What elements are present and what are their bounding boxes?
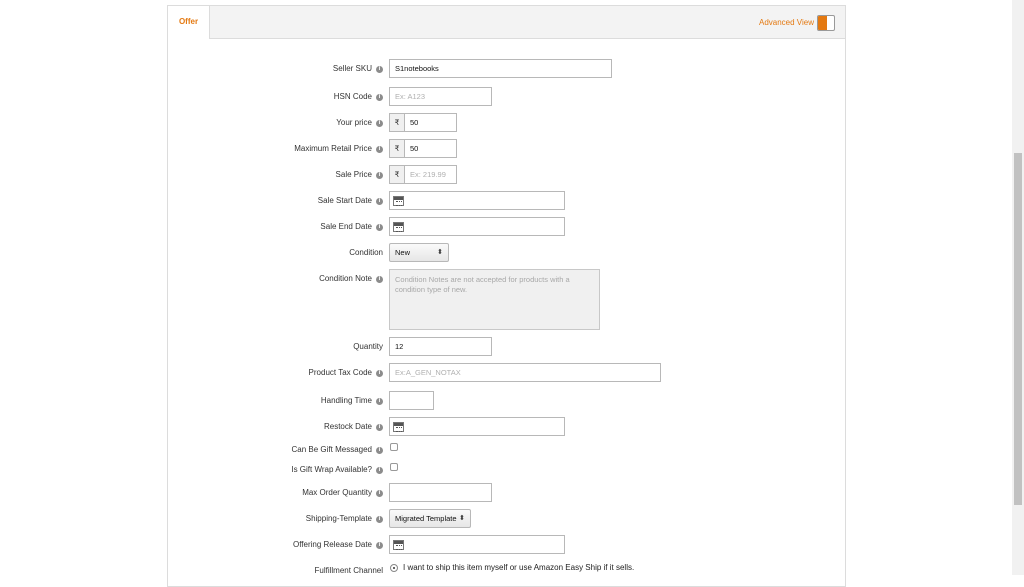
row-sale-end-date: Sale End Date i [168,217,845,237]
row-fulfillment-channel: Fulfillment Channel I want to ship this … [168,562,845,576]
info-icon[interactable]: i [376,171,383,179]
sale-price-input[interactable]: Ex: 219.99 [404,165,457,184]
row-your-price: Your price i ₹50 [168,113,845,133]
info-icon[interactable]: i [376,446,383,454]
mrp-input[interactable]: 50 [404,139,457,158]
row-seller-sku: Seller SKU i S1notebooks [168,59,845,79]
gift-wrap-checkbox[interactable] [390,463,398,471]
row-handling-time: Handling Time i [168,391,845,411]
handling-time-input[interactable] [389,391,434,410]
mrp-label: Maximum Retail Price [294,144,372,153]
row-hsn-code: HSN Code i Ex: A123 [168,87,845,107]
quantity-label: Quantity [353,342,383,351]
row-shipping-template: Shipping-Template i Migrated Template ⬍ [168,509,845,529]
updown-arrow-icon: ⬍ [437,249,443,256]
tab-bar: Offer Advanced View [168,6,845,39]
toggle-icon [818,16,827,30]
your-price-label: Your price [336,118,372,127]
max-order-qty-input[interactable] [389,483,492,502]
calendar-icon[interactable] [393,540,404,550]
info-icon[interactable]: i [376,119,383,127]
offer-panel: Offer Advanced View Seller SKU i S1notebo… [167,5,846,587]
restock-date-label: Restock Date [323,422,372,431]
row-max-order-qty: Max Order Quantity i [168,483,845,503]
gift-message-label: Can Be Gift Messaged [291,445,372,454]
row-gift-message: Can Be Gift Messaged i [168,443,845,457]
info-icon[interactable]: i [376,397,383,405]
condition-note-textarea[interactable]: Condition Notes are not accepted for pro… [389,269,600,330]
condition-value: New [395,248,411,257]
advanced-view-label[interactable]: Advanced View [759,18,814,27]
info-icon[interactable]: i [376,65,383,73]
row-condition: Condition New ⬍ [168,243,845,263]
sale-start-date-input[interactable] [389,191,565,210]
offering-release-date-label: Offering Release Date [292,540,372,549]
info-icon[interactable]: i [376,223,383,231]
your-price-input[interactable]: 50 [404,113,457,132]
info-icon[interactable]: i [376,145,383,153]
fulfillment-channel-label: Fulfillment Channel [314,566,383,575]
gift-message-checkbox[interactable] [390,443,398,451]
fulfillment-option-merchant[interactable]: I want to ship this item myself or use A… [390,563,634,572]
row-condition-note: Condition Note i Condition Notes are not … [168,269,845,333]
info-icon[interactable]: i [376,275,383,283]
scrollbar-thumb[interactable] [1014,153,1022,505]
condition-label: Condition [349,248,383,257]
sale-end-date-input[interactable] [389,217,565,236]
row-gift-wrap: Is Gift Wrap Available? i [168,463,845,477]
restock-date-input[interactable] [389,417,565,436]
radio-icon[interactable] [390,563,398,572]
shipping-template-value: Migrated Template [395,514,457,523]
hsn-code-label: HSN Code [333,92,372,101]
row-restock-date: Restock Date i [168,417,845,437]
rupee-symbol: ₹ [389,165,404,184]
row-sale-start-date: Sale Start Date i [168,191,845,211]
row-sale-price: Sale Price i ₹ Ex: 219.99 [168,165,845,185]
page-scrollbar[interactable] [1012,0,1024,575]
product-tax-code-label: Product Tax Code [308,368,372,377]
rupee-symbol: ₹ [389,113,404,132]
seller-sku-label: Seller SKU [332,64,372,73]
sale-start-date-label: Sale Start Date [317,196,372,205]
shipping-template-select[interactable]: Migrated Template ⬍ [389,509,471,528]
condition-note-label: Condition Note [319,274,372,283]
info-icon[interactable]: i [376,515,383,523]
row-quantity: Quantity 12 [168,337,845,357]
info-icon[interactable]: i [376,93,383,101]
calendar-icon[interactable] [393,196,404,206]
sale-end-date-label: Sale End Date [320,222,372,231]
info-icon[interactable]: i [376,466,383,474]
quantity-input[interactable]: 12 [389,337,492,356]
row-mrp: Maximum Retail Price i ₹50 [168,139,845,159]
gift-wrap-label: Is Gift Wrap Available? [291,465,372,474]
product-tax-code-input[interactable]: Ex:A_GEN_NOTAX [389,363,661,382]
hsn-code-input[interactable]: Ex: A123 [389,87,492,106]
info-icon[interactable]: i [376,423,383,431]
info-icon[interactable]: i [376,369,383,377]
handling-time-label: Handling Time [320,396,372,405]
row-product-tax-code: Product Tax Code i Ex:A_GEN_NOTAX [168,363,845,383]
max-order-qty-label: Max Order Quantity [302,488,372,497]
row-offering-release-date: Offering Release Date i [168,535,845,555]
advanced-view-toggle[interactable] [817,15,835,31]
info-icon[interactable]: i [376,541,383,549]
rupee-symbol: ₹ [389,139,404,158]
seller-sku-input[interactable]: S1notebooks [389,59,612,78]
sale-price-label: Sale Price [335,170,372,179]
offering-release-date-input[interactable] [389,535,565,554]
fulfillment-option-merchant-label: I want to ship this item myself or use A… [403,563,635,572]
condition-select[interactable]: New ⬍ [389,243,449,262]
shipping-template-label: Shipping-Template [305,514,372,523]
updown-arrow-icon: ⬍ [459,515,465,522]
tab-offer[interactable]: Offer [168,6,210,39]
calendar-icon[interactable] [393,222,404,232]
info-icon[interactable]: i [376,489,383,497]
info-icon[interactable]: i [376,197,383,205]
calendar-icon[interactable] [393,422,404,432]
